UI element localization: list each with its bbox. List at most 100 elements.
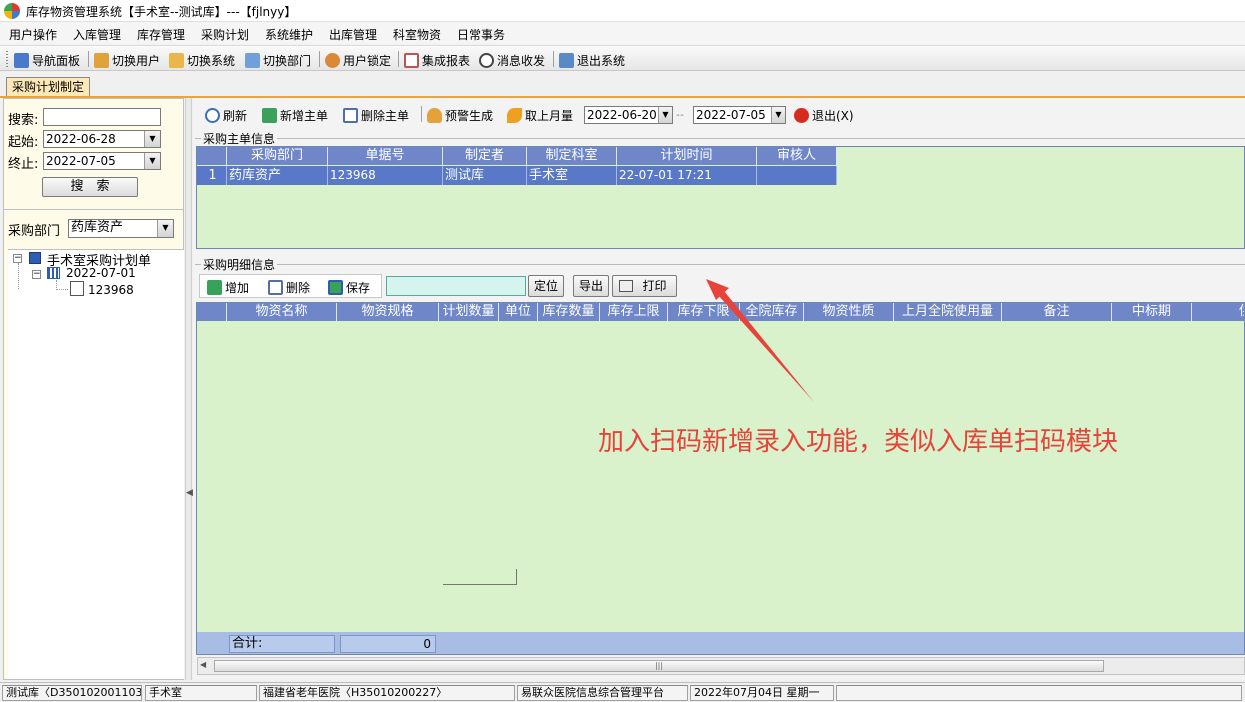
col-hospital-stock[interactable]: 全院库存 [740, 303, 804, 321]
export-button[interactable]: 导出 [573, 275, 609, 297]
toolbar-separator [398, 51, 399, 67]
col-stock-min[interactable]: 库存下限 [668, 303, 740, 321]
switch-system-button[interactable]: 切换系统 [169, 51, 235, 69]
end-date-value: 2022-07-05 [46, 154, 116, 168]
search-button[interactable]: 搜 索 [42, 177, 138, 197]
col-plan-qty[interactable]: 计划数量 [439, 303, 499, 321]
col-stock-max[interactable]: 库存上限 [600, 303, 668, 321]
date-from-value: 2022-06-20 [587, 108, 657, 122]
user-lock-button[interactable]: 用户锁定 [325, 51, 391, 69]
collapse-left-icon[interactable]: ◀ [186, 488, 193, 498]
tab-purchase-plan[interactable]: 采购计划制定 [6, 77, 90, 97]
detail-delete-button[interactable]: 删除 [268, 278, 310, 296]
locate-button[interactable]: 定位 [528, 275, 564, 297]
cell-plan-time[interactable]: 22-07-01 17:21 [617, 166, 757, 185]
detail-footer: 合计: 0 [197, 632, 1244, 654]
toolbar-grip[interactable] [6, 51, 8, 67]
panel-splitter[interactable]: ◀ [185, 98, 193, 680]
status-date: 2022年07月04日 星期一 [690, 685, 834, 701]
col-creator-dept[interactable]: 制定科室 [527, 147, 617, 165]
detail-header: 物资名称 物资规格 计划数量 单位 库存数量 库存上限 库存下限 全院库存 物资… [197, 303, 1244, 321]
dept-select[interactable]: 药库资产 ▼ [68, 219, 174, 238]
delete-icon [268, 279, 283, 295]
message-icon [479, 52, 494, 68]
master-header: 采购部门 单据号 制定者 制定科室 计划时间 审核人 [197, 147, 837, 165]
col-remark[interactable]: 备注 [1002, 303, 1112, 321]
user-lock-icon [325, 52, 340, 68]
left-panel: 搜索: 起始: 2022-06-28 ▼ 终止: 2022-07-05 ▼ 搜 … [3, 98, 184, 680]
power-icon [794, 107, 809, 123]
col-material-nature[interactable]: 物资性质 [804, 303, 894, 321]
date-to-picker[interactable]: 2022-07-05 ▼ [693, 106, 786, 124]
detail-save-button[interactable]: 保存 [328, 278, 370, 296]
chevron-down-icon[interactable]: ▼ [144, 153, 160, 169]
tree-collapse-icon[interactable]: − [32, 270, 41, 279]
tree-date-label[interactable]: 2022-07-01 [66, 266, 136, 280]
chevron-down-icon[interactable]: ▼ [157, 220, 173, 237]
refresh-button[interactable]: 刷新 [205, 106, 247, 124]
scroll-left-icon[interactable]: ◀ [200, 660, 206, 669]
col-unit[interactable]: 单位 [499, 303, 538, 321]
integrated-report-label: 集成报表 [422, 53, 471, 68]
col-material-name[interactable]: 物资名称 [227, 303, 337, 321]
end-date-picker[interactable]: 2022-07-05 ▼ [43, 152, 161, 170]
status-empty [836, 685, 1242, 701]
status-platform: 易联众医院信息综合管理平台 [517, 685, 688, 701]
col-plan-time[interactable]: 计划时间 [617, 147, 757, 165]
delete-master-label: 删除主单 [361, 108, 410, 123]
menu-outbound[interactable]: 出库管理 [329, 26, 377, 43]
start-date-picker[interactable]: 2022-06-28 ▼ [43, 130, 161, 148]
tree-doc-label[interactable]: 123968 [88, 283, 134, 297]
alert-generate-button[interactable]: 预警生成 [427, 106, 493, 124]
last-month-button[interactable]: 取上月量 [507, 106, 573, 124]
cell-doc-no[interactable]: 123968 [328, 166, 443, 185]
cell-dept[interactable]: 药库资产 [227, 166, 328, 185]
chevron-down-icon[interactable]: ▼ [771, 107, 785, 123]
col-creator[interactable]: 制定者 [443, 147, 527, 165]
col-material-spec[interactable]: 物资规格 [337, 303, 439, 321]
col-reviewer[interactable]: 审核人 [757, 147, 837, 165]
status-dept: 手术室 [145, 685, 257, 701]
detail-add-button[interactable]: 增加 [207, 278, 249, 296]
switch-user-button[interactable]: 切换用户 [94, 51, 160, 69]
locate-input[interactable] [386, 276, 526, 296]
menu-dept-supplies[interactable]: 科室物资 [393, 26, 441, 43]
switch-department-button[interactable]: 切换部门 [245, 51, 311, 69]
chevron-down-icon[interactable]: ▼ [658, 107, 672, 123]
col-stock-qty[interactable]: 库存数量 [538, 303, 600, 321]
nav-panel-button[interactable]: 导航面板 [14, 51, 80, 69]
col-last-month-usage[interactable]: 上月全院使用量 [894, 303, 1002, 321]
date-from-picker[interactable]: 2022-06-20 ▼ [584, 106, 673, 124]
col-supplier[interactable]: 供 [1192, 303, 1244, 321]
detail-delete-label: 删除 [286, 280, 311, 295]
menu-purchase-plan[interactable]: 采购计划 [201, 26, 249, 43]
integrated-report-button[interactable]: 集成报表 [404, 51, 470, 69]
horizontal-scrollbar[interactable]: ◀ ||| [197, 657, 1245, 675]
row-index: 1 [197, 166, 227, 185]
table-row[interactable]: 1 药库资产 123968 测试库 手术室 22-07-01 17:21 [197, 166, 837, 185]
chevron-down-icon[interactable]: ▼ [144, 131, 160, 147]
tree-line [18, 263, 19, 289]
delete-master-button[interactable]: 删除主单 [343, 106, 409, 124]
menu-user-ops[interactable]: 用户操作 [9, 26, 57, 43]
switch-department-label: 切换部门 [263, 53, 312, 68]
tree-collapse-icon[interactable]: − [13, 254, 22, 263]
search-input[interactable] [43, 108, 161, 126]
print-button[interactable]: 打印 [612, 275, 677, 297]
menu-daily[interactable]: 日常事务 [457, 26, 505, 43]
menu-inbound[interactable]: 入库管理 [73, 26, 121, 43]
menu-inventory[interactable]: 库存管理 [137, 26, 185, 43]
exit-system-button[interactable]: 退出系统 [559, 51, 625, 69]
cell-reviewer[interactable] [757, 166, 837, 185]
col-bid-period[interactable]: 中标期 [1112, 303, 1192, 321]
cell-creator[interactable]: 测试库 [443, 166, 527, 185]
status-hospital: 福建省老年医院〈H35010200227〉 [259, 685, 515, 701]
cell-creator-dept[interactable]: 手术室 [527, 166, 617, 185]
scroll-thumb[interactable]: ||| [214, 660, 1104, 672]
col-dept[interactable]: 采购部门 [227, 147, 328, 165]
col-doc-no[interactable]: 单据号 [328, 147, 443, 165]
message-button[interactable]: 消息收发 [479, 51, 545, 69]
exit-button[interactable]: 退出(X) [794, 106, 854, 124]
menu-system[interactable]: 系统维护 [265, 26, 313, 43]
add-master-button[interactable]: 新增主单 [262, 106, 328, 124]
